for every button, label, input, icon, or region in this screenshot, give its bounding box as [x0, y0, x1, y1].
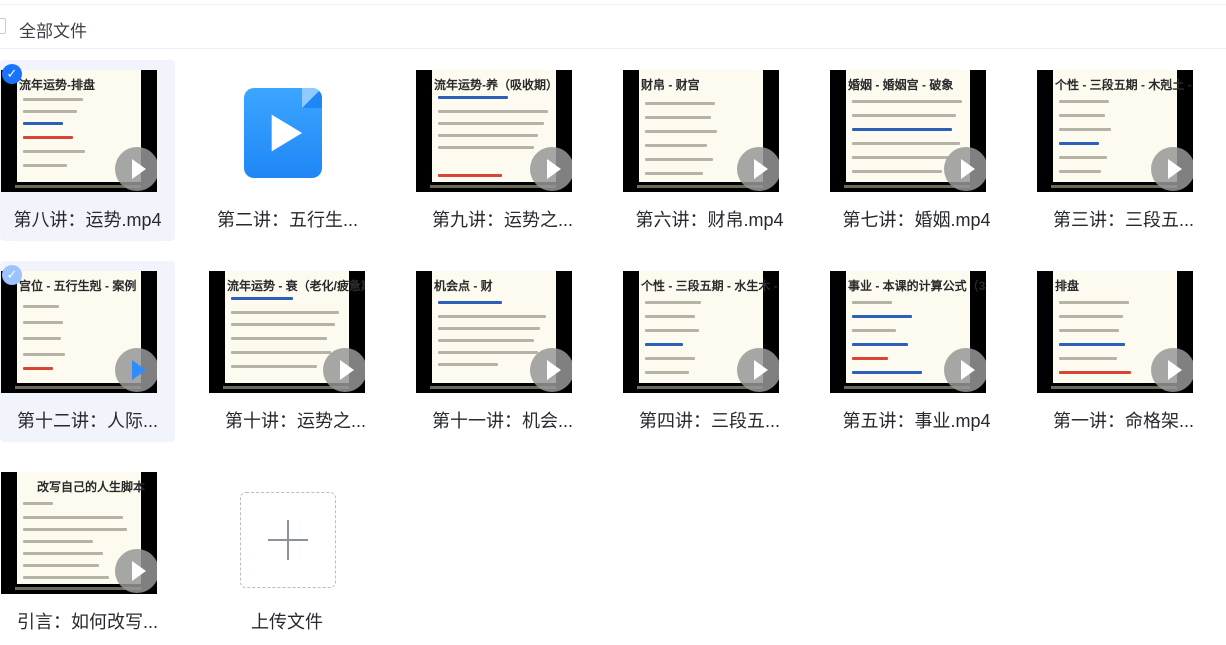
- video-thumbnail: 流年运势 - 衰（老化/疲惫期）: [209, 271, 365, 393]
- slide-title: 排盘: [1055, 279, 1080, 293]
- file-name[interactable]: 第四讲：三段五...: [622, 407, 797, 433]
- video-thumbnail: 流年运势-排盘: [1, 70, 157, 192]
- slide-title: 宫位 - 五行生剋 - 案例: [19, 279, 137, 293]
- checkbox-checked-icon[interactable]: ✓: [2, 265, 22, 285]
- play-icon[interactable]: [115, 549, 157, 593]
- play-icon[interactable]: [530, 147, 572, 191]
- toolbar: 全部文件: [0, 0, 1226, 49]
- file-item[interactable]: 个性 - 三段五期 - 水生木 - 攀附型 第四讲：三段五...: [622, 261, 797, 442]
- file-item[interactable]: 第二讲：五行生...: [200, 60, 375, 241]
- slide-title: 个性 - 三段五期 - 木剋土 - 整合型: [1055, 78, 1193, 92]
- file-item[interactable]: 机会点 - 财 第十一讲：机会...: [415, 261, 590, 442]
- play-icon[interactable]: [944, 147, 986, 191]
- video-thumbnail: 事业 - 本课的计算公式（3/3）: [830, 271, 986, 393]
- video-thumbnail: 婚姻 - 婚姻宫 - 破象: [830, 70, 986, 192]
- slide-title: 个性 - 三段五期 - 水生木 - 攀附型: [641, 279, 779, 293]
- file-item[interactable]: 宫位 - 五行生剋 - 案例 ✓ 第十二讲：人际...: [0, 261, 175, 442]
- plus-icon: [287, 520, 289, 560]
- file-name[interactable]: 第七讲：婚姻.mp4: [829, 206, 1004, 232]
- play-icon[interactable]: [323, 348, 365, 392]
- file-name[interactable]: 第二讲：五行生...: [200, 206, 375, 232]
- slide-title: 改写自己的人生脚本: [37, 480, 146, 494]
- video-thumbnail: 财帛 - 财宫: [623, 70, 779, 192]
- file-name[interactable]: 第六讲：财帛.mp4: [622, 206, 797, 232]
- video-thumbnail: 个性 - 三段五期 - 水生木 - 攀附型: [623, 271, 779, 393]
- slide-title: 流年运势-排盘: [19, 78, 95, 92]
- video-thumbnail: 个性 - 三段五期 - 木剋土 - 整合型: [1037, 70, 1193, 192]
- file-item[interactable]: 改写自己的人生脚本 引言：如何改写...: [0, 462, 175, 643]
- file-name[interactable]: 第五讲：事业.mp4: [829, 407, 1004, 433]
- select-all-checkbox[interactable]: [0, 18, 6, 34]
- file-item[interactable]: 事业 - 本课的计算公式（3/3） 第五讲：事业.mp4: [829, 261, 1004, 442]
- play-icon[interactable]: [115, 348, 157, 392]
- file-name[interactable]: 第三讲：三段五...: [1036, 206, 1211, 232]
- play-icon[interactable]: [737, 348, 779, 392]
- slide-title: 婚姻 - 婚姻宫 - 破象: [848, 78, 954, 92]
- slide-title: 机会点 - 财: [434, 279, 493, 293]
- play-icon[interactable]: [737, 147, 779, 191]
- upload-label[interactable]: 上传文件: [192, 608, 382, 634]
- video-thumbnail: 流年运势-养（吸收期）: [416, 70, 572, 192]
- video-thumbnail: 改写自己的人生脚本: [1, 472, 157, 594]
- video-thumbnail: 排盘: [1037, 271, 1193, 393]
- file-item[interactable]: 流年运势 - 衰（老化/疲惫期） 第十讲：运势之...: [208, 261, 383, 442]
- file-item[interactable]: 排盘 第一讲：命格架...: [1036, 261, 1211, 442]
- breadcrumb[interactable]: 全部文件: [19, 17, 87, 42]
- file-item[interactable]: 财帛 - 财宫 第六讲：财帛.mp4: [622, 60, 797, 241]
- play-icon[interactable]: [1151, 147, 1193, 191]
- play-icon[interactable]: [115, 147, 157, 191]
- file-item[interactable]: 流年运势-养（吸收期） 第九讲：运势之...: [415, 60, 590, 241]
- slide-title: 财帛 - 财宫: [641, 78, 700, 92]
- file-name[interactable]: 第十一讲：机会...: [415, 407, 590, 433]
- checkbox-checked-icon[interactable]: ✓: [2, 64, 22, 84]
- file-name[interactable]: 第十讲：运势之...: [208, 407, 383, 433]
- file-name[interactable]: 第九讲：运势之...: [415, 206, 590, 232]
- upload-button[interactable]: [240, 492, 336, 588]
- slide-title: 事业 - 本课的计算公式（3/3）: [848, 279, 986, 293]
- file-item[interactable]: 个性 - 三段五期 - 木剋土 - 整合型 第三讲：三段五...: [1036, 60, 1211, 241]
- play-icon[interactable]: [530, 348, 572, 392]
- file-name[interactable]: 第八讲：运势.mp4: [0, 206, 175, 232]
- file-name[interactable]: 引言：如何改写...: [0, 608, 175, 634]
- video-thumbnail: 宫位 - 五行生剋 - 案例: [1, 271, 157, 393]
- file-name[interactable]: 第一讲：命格架...: [1036, 407, 1211, 433]
- file-item[interactable]: 流年运势-排盘 ✓ 第八讲：运势.mp4: [0, 60, 175, 241]
- video-file-icon: [244, 88, 322, 178]
- upload-tile[interactable]: 上传文件: [192, 462, 382, 643]
- play-icon[interactable]: [944, 348, 986, 392]
- slide-title: 流年运势-养（吸收期）: [434, 78, 558, 92]
- file-name[interactable]: 第十二讲：人际...: [0, 407, 175, 433]
- play-icon[interactable]: [1151, 348, 1193, 392]
- divider: [0, 4, 1226, 5]
- slide-title: 流年运势 - 衰（老化/疲惫期）: [227, 279, 365, 293]
- video-thumbnail: 机会点 - 财: [416, 271, 572, 393]
- file-item[interactable]: 婚姻 - 婚姻宫 - 破象 第七讲：婚姻.mp4: [829, 60, 1004, 241]
